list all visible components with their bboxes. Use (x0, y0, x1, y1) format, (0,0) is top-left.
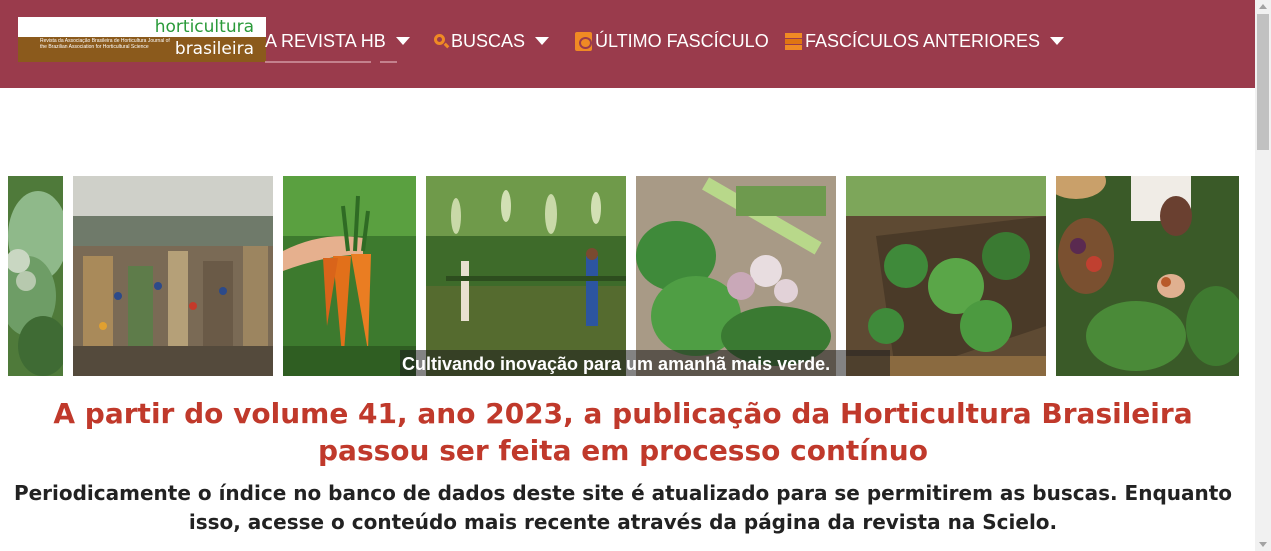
nav-underline (265, 61, 371, 63)
scroll-down-arrow-icon[interactable] (1259, 542, 1267, 547)
logo-word-brasileira: brasileira (174, 39, 254, 59)
nav-revista-hb[interactable]: A REVISTA HB (265, 26, 410, 56)
page-subtext: Periodicamente o índice no banco de dado… (13, 481, 1233, 534)
carousel-photo-garden-beds[interactable] (846, 176, 1046, 376)
carousel-caption: Cultivando inovação para um amanhã mais … (402, 354, 831, 374)
nav-fasciculos-anteriores-label: FASCÍCULOS ANTERIORES (805, 30, 1041, 51)
scroll-up-arrow-icon[interactable] (1259, 4, 1267, 9)
page-scrollbar[interactable] (1255, 0, 1271, 551)
image-carousel[interactable]: Cultivando inovação para um amanhã mais … (8, 176, 1239, 376)
chevron-down-icon (535, 37, 550, 45)
chevron-down-icon (1050, 37, 1065, 45)
nav-buscas[interactable]: BUSCAS (433, 26, 550, 56)
carousel-photo-market-hall[interactable] (73, 176, 273, 376)
nav-fasciculos-anteriores[interactable]: FASCÍCULOS ANTERIORES (785, 26, 1065, 56)
nav-revista-hb-label: A REVISTA HB (265, 30, 386, 51)
site-logo[interactable]: horticultura Revista da Associação Brasi… (18, 17, 266, 62)
carousel-photo-cabbage[interactable] (8, 176, 63, 376)
logo-small-text: Revista da Associação Brasileira de Hort… (40, 38, 170, 50)
scroll-thumb[interactable] (1257, 14, 1269, 150)
page-headline: A partir do volume 41, ano 2023, a publi… (53, 397, 1193, 467)
carousel-photo-harvest[interactable] (1056, 176, 1239, 376)
logo-word-horticultura: horticultura (154, 17, 254, 37)
document-icon (575, 31, 592, 51)
nav-ultimo-fasciculo-label: ÚLTIMO FASCÍCULO (595, 30, 769, 51)
nav-underline-caret (380, 61, 397, 63)
carousel-photo-herbs[interactable] (636, 176, 836, 376)
site-header: horticultura Revista da Associação Brasi… (0, 0, 1255, 88)
nav-buscas-label: BUSCAS (451, 30, 526, 51)
carousel-photo-carrots[interactable] (283, 176, 416, 376)
carousel-photo-gourd-arbor[interactable] (426, 176, 626, 376)
books-icon (785, 32, 802, 51)
search-icon (433, 33, 450, 49)
chevron-down-icon (395, 37, 410, 45)
nav-ultimo-fasciculo[interactable]: ÚLTIMO FASCÍCULO (575, 26, 769, 56)
